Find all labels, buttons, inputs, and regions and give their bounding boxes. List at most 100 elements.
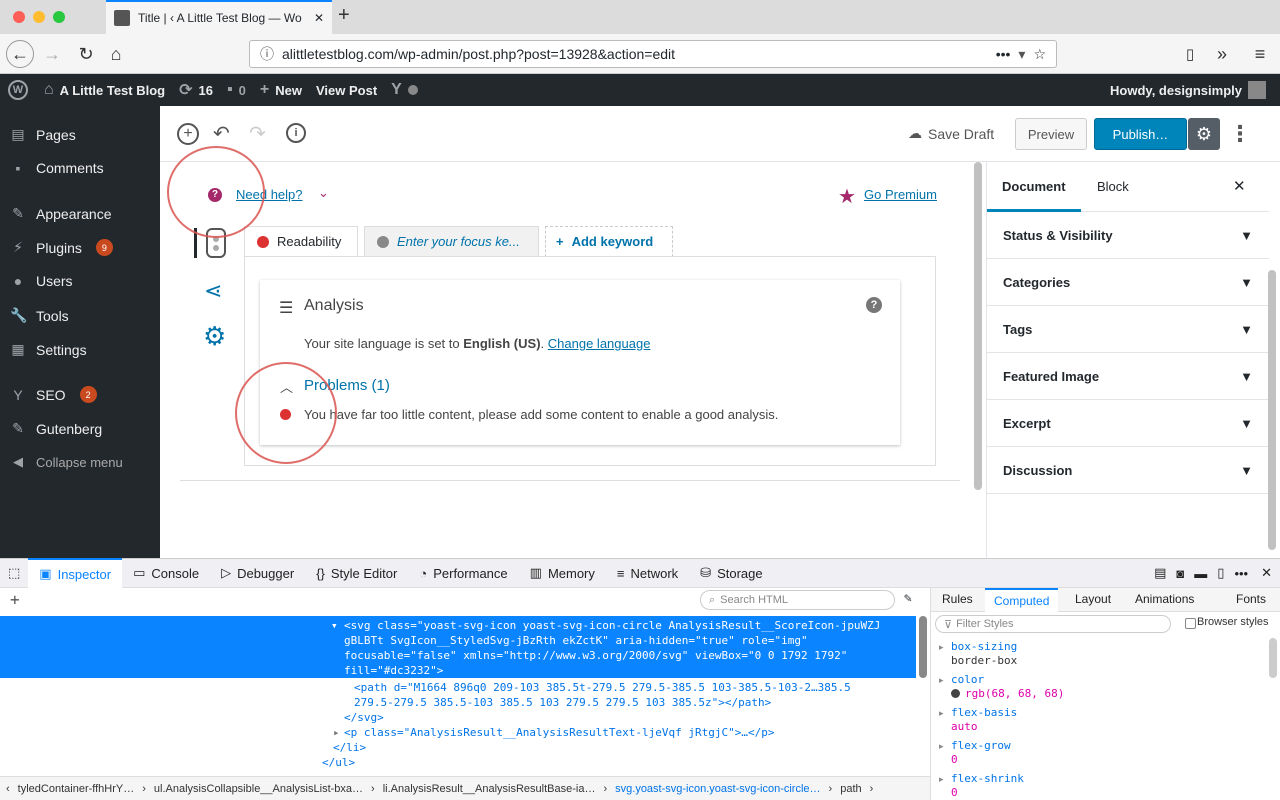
breadcrumb-item[interactable]: path: [840, 783, 861, 795]
save-draft-button[interactable]: ☁ Save Draft: [908, 125, 994, 142]
markup-line[interactable]: gBLBTt SvgIcon__StyledSvg-jBzRth ekZctK"…: [344, 633, 808, 648]
minimize-window-icon[interactable]: [33, 11, 45, 23]
section-featured-image[interactable]: Featured Image ▼: [987, 353, 1269, 400]
browser-styles-checkbox[interactable]: [1185, 618, 1196, 629]
tab-console[interactable]: ▭ Console: [122, 558, 210, 588]
settings-gear-button[interactable]: ⚙: [1188, 118, 1220, 150]
section-tags[interactable]: Tags ▼: [987, 306, 1269, 353]
filter-styles-input[interactable]: ⊽ Filter Styles: [935, 615, 1171, 633]
redo-icon[interactable]: ↷: [249, 121, 266, 146]
reload-icon[interactable]: ↻: [72, 40, 100, 68]
panel-scrollbar[interactable]: [1268, 270, 1276, 550]
markup-line[interactable]: 279.5-279.5 385.5-103 385.5 103 279.5 27…: [354, 695, 771, 710]
close-icon[interactable]: ✕: [1233, 177, 1246, 195]
sidebar-item-users[interactable]: ● Users: [10, 273, 73, 289]
close-tab-icon[interactable]: ✕: [314, 11, 324, 25]
markup-line[interactable]: <svg class="yoast-svg-icon yoast-svg-ico…: [344, 618, 880, 633]
tab-storage[interactable]: ⛁ Storage: [689, 558, 773, 588]
section-status-visibility[interactable]: Status & Visibility ▼: [987, 212, 1269, 259]
color-swatch[interactable]: [951, 689, 960, 698]
markup-line[interactable]: focusable="false" xmlns="http://www.w3.o…: [344, 648, 847, 663]
forward-icon[interactable]: →: [38, 40, 66, 68]
chevron-left-icon[interactable]: ‹: [6, 783, 10, 795]
tab-block[interactable]: Block: [1097, 179, 1129, 194]
maximize-window-icon[interactable]: [53, 11, 65, 23]
url-bar[interactable]: ⓘ alittletestblog.com/wp-admin/post.php?…: [249, 40, 1057, 68]
computed-scrollbar[interactable]: [1269, 638, 1277, 678]
tab-computed[interactable]: Computed: [985, 588, 1059, 612]
expand-arrow-icon[interactable]: ▸: [939, 774, 944, 785]
tab-document[interactable]: Document: [1002, 179, 1066, 194]
collapsed-arrow-icon[interactable]: ▸: [333, 725, 340, 740]
section-discussion[interactable]: Discussion ▼: [987, 447, 1269, 494]
expand-arrow-icon[interactable]: ▸: [939, 708, 944, 719]
bookmark-star-icon[interactable]: ☆: [1033, 46, 1046, 63]
go-premium-link[interactable]: Go Premium: [864, 187, 937, 202]
markup-line[interactable]: fill="#dc3232">: [344, 663, 443, 678]
devtools-menu-icon[interactable]: •••: [1229, 558, 1253, 588]
hamburger-menu-icon[interactable]: ≡: [1246, 40, 1274, 68]
expand-arrow-icon[interactable]: ▸: [939, 741, 944, 752]
sidebar-item-comments[interactable]: ▪ Comments: [10, 160, 104, 176]
url-text[interactable]: alittletestblog.com/wp-admin/post.php?po…: [282, 46, 988, 62]
home-icon[interactable]: ⌂: [102, 40, 130, 68]
view-post-link[interactable]: View Post: [316, 83, 377, 98]
dock-icon[interactable]: ▯: [1212, 558, 1229, 588]
add-node-icon[interactable]: +: [10, 590, 20, 609]
sidebar-item-pages[interactable]: ▤ Pages: [10, 126, 75, 143]
more-options-icon[interactable]: ⋮: [1229, 121, 1251, 147]
expand-arrow-icon[interactable]: ▾: [331, 618, 338, 633]
wordpress-logo-icon[interactable]: W: [8, 80, 28, 100]
preview-button[interactable]: Preview: [1015, 118, 1087, 150]
sidebar-item-tools[interactable]: 🔧 Tools: [10, 307, 69, 324]
share-icon[interactable]: ⋖: [204, 278, 222, 304]
tab-network[interactable]: ≡ Network: [606, 558, 689, 588]
screenshot-icon[interactable]: ◙: [1171, 558, 1189, 588]
cog-icon[interactable]: ⚙: [203, 321, 226, 352]
change-language-link[interactable]: Change language: [548, 336, 651, 351]
sidebar-item-seo[interactable]: Y SEO 2: [10, 386, 97, 403]
info-icon[interactable]: i: [286, 123, 306, 143]
new-tab-icon[interactable]: +: [338, 4, 350, 27]
markup-line[interactable]: <path d="M1664 896q0 209-103 385.5t-279.…: [354, 680, 851, 695]
expand-arrow-icon[interactable]: ▸: [939, 642, 944, 653]
sidebar-item-appearance[interactable]: ✎ Appearance: [10, 205, 111, 222]
sidebar-item-collapse[interactable]: ◀ Collapse menu: [10, 454, 123, 470]
breadcrumb-item[interactable]: li.AnalysisResult__AnalysisResultBase-ia…: [383, 783, 596, 795]
tab-performance[interactable]: ◔ Performance: [408, 558, 518, 588]
publish-button[interactable]: Publish…: [1094, 118, 1187, 150]
page-actions-icon[interactable]: •••: [996, 46, 1011, 62]
tab-fonts[interactable]: Fonts: [1236, 592, 1266, 606]
help-icon[interactable]: ?: [866, 297, 882, 313]
tab-rules[interactable]: Rules: [942, 592, 973, 606]
chevron-down-icon[interactable]: ⌄: [318, 185, 329, 201]
tab-layout[interactable]: Layout: [1075, 592, 1111, 606]
overflow-icon[interactable]: »: [1208, 40, 1236, 68]
breadcrumb-item[interactable]: tyledContainer-ffhHrY…: [18, 783, 135, 795]
close-window-icon[interactable]: [13, 11, 25, 23]
tab-inspector[interactable]: ▣ Inspector: [28, 558, 123, 588]
tab-debugger[interactable]: ▷ Debugger: [210, 558, 305, 588]
element-picker-icon[interactable]: ⬚: [0, 558, 28, 588]
howdy-user-link[interactable]: Howdy, designsimply: [1110, 81, 1266, 99]
comments-link[interactable]: ▪ 0: [227, 81, 246, 99]
sidebar-item-settings[interactable]: ▦ Settings: [10, 341, 86, 358]
chevron-right-icon[interactable]: ›: [870, 783, 874, 795]
site-name-link[interactable]: ⌂ A Little Test Blog: [44, 81, 165, 99]
markup-scrollbar[interactable]: [919, 616, 927, 678]
breadcrumb-item[interactable]: svg.yoast-svg-icon.yoast-svg-icon-circle…: [615, 783, 820, 795]
back-icon[interactable]: ←: [6, 40, 34, 68]
ruler-icon[interactable]: ▬: [1189, 558, 1212, 588]
yoast-admin-icon[interactable]: Y: [391, 81, 418, 99]
breadcrumb-item[interactable]: ul.AnalysisCollapsible__AnalysisList-bxa…: [154, 783, 363, 795]
undo-icon[interactable]: ↶: [213, 121, 230, 146]
markup-line[interactable]: </svg>: [344, 710, 384, 725]
markup-line[interactable]: </ul>: [322, 755, 355, 770]
markup-line[interactable]: </li>: [333, 740, 366, 755]
tab-focus-keyword[interactable]: Enter your focus ke...: [364, 226, 539, 257]
section-excerpt[interactable]: Excerpt ▼: [987, 400, 1269, 447]
markup-line[interactable]: <p class="AnalysisResult__AnalysisResult…: [344, 725, 774, 740]
add-block-icon[interactable]: +: [177, 123, 199, 145]
browser-tab[interactable]: Title | ‹ A Little Test Blog — Wo ✕: [106, 0, 332, 34]
tab-memory[interactable]: ▥ Memory: [519, 558, 606, 588]
